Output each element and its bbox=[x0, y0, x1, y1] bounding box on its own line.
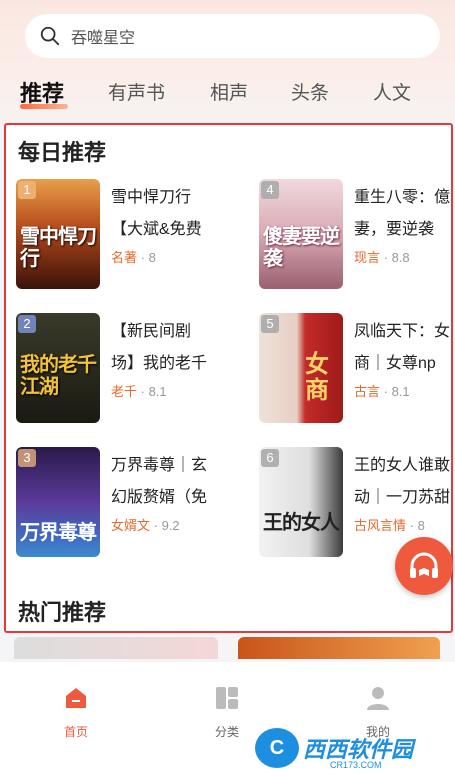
book-title[interactable]: 万界毒尊｜玄 bbox=[111, 451, 236, 475]
nav-label: 首页 bbox=[63, 725, 88, 739]
rank-badge: 3 bbox=[18, 449, 36, 467]
book-meta: 女婿文 · 9.2 bbox=[111, 518, 180, 533]
book-category: 古言 bbox=[354, 384, 381, 399]
book-title-cont[interactable]: 商｜女尊np bbox=[354, 349, 455, 373]
book-meta: 古风言情 · 8 bbox=[354, 518, 425, 533]
book-category: 古风言情 bbox=[354, 518, 407, 533]
book-title-cont[interactable]: 动｜一刀苏甜 bbox=[354, 483, 455, 507]
nav-label: 分类 bbox=[214, 725, 239, 739]
book-score: 8.1 bbox=[391, 384, 410, 399]
headphones-icon bbox=[410, 552, 438, 578]
book-card[interactable]: 3 万界毒尊 万界毒尊｜玄 幻版赘婿（免 女婿文 · 9.2 bbox=[16, 447, 236, 557]
book-cover[interactable]: 1 雪中悍刀行 bbox=[16, 179, 100, 289]
book-title-cont[interactable]: 妻，要逆袭 bbox=[354, 215, 455, 239]
book-cover[interactable]: 6 王的女人 bbox=[259, 447, 343, 557]
book-cover[interactable]: 3 万界毒尊 bbox=[16, 447, 100, 557]
book-title-cont[interactable]: 【大斌&免费 bbox=[111, 215, 236, 239]
book-meta: 老千 · 8.1 bbox=[111, 384, 167, 399]
search-icon bbox=[40, 26, 60, 46]
tab-crosstalk[interactable]: 相声 bbox=[210, 78, 248, 105]
category-tabs: 推荐 有声书 相声 头条 人文 bbox=[0, 70, 455, 110]
tab-headlines[interactable]: 头条 bbox=[291, 78, 329, 105]
hot-item-preview[interactable] bbox=[14, 637, 218, 659]
book-score: 8.8 bbox=[391, 250, 410, 265]
book-title[interactable]: 凤临天下：女 bbox=[354, 317, 455, 341]
book-title[interactable]: 雪中悍刀行 bbox=[111, 183, 236, 207]
book-score: 9.2 bbox=[161, 518, 180, 533]
rank-badge: 4 bbox=[261, 181, 279, 199]
hot-recommend-title: 热门推荐 bbox=[18, 600, 107, 625]
book-score: 8 bbox=[148, 250, 156, 265]
cover-title: 万界毒尊 bbox=[20, 520, 97, 544]
cover-title: 女商 bbox=[305, 349, 329, 404]
home-icon bbox=[66, 688, 86, 708]
section-title: 每日推荐 bbox=[18, 140, 107, 165]
book-meta: 古言 · 8.1 bbox=[354, 384, 410, 399]
rank-badge: 1 bbox=[18, 181, 36, 199]
book-cover[interactable]: 5 女商 bbox=[259, 313, 343, 423]
rank-badge: 5 bbox=[261, 315, 279, 333]
tab-audiobook[interactable]: 有声书 bbox=[108, 78, 165, 105]
book-category: 现言 bbox=[354, 250, 381, 265]
book-card[interactable]: 1 雪中悍刀行 雪中悍刀行 【大斌&免费 名著 · 8 bbox=[16, 179, 236, 289]
user-icon bbox=[367, 687, 389, 710]
book-cover[interactable]: 4 傻妻要逆袭 bbox=[259, 179, 343, 289]
book-card[interactable]: 2 我的老千江湖 【新民间剧 场】我的老千 老千 · 8.1 bbox=[16, 313, 236, 423]
book-title-cont[interactable]: 幻版赘婿（免 bbox=[111, 483, 236, 507]
cover-title: 我的老千江湖 bbox=[20, 352, 97, 398]
book-title-cont[interactable]: 场】我的老千 bbox=[111, 349, 236, 373]
book-category: 名著 bbox=[111, 250, 138, 265]
audio-player-button[interactable] bbox=[395, 537, 453, 595]
book-meta: 现言 · 8.8 bbox=[354, 250, 410, 265]
rank-badge: 2 bbox=[18, 315, 36, 333]
book-card[interactable]: 5 女商 凤临天下：女 商｜女尊np 古言 · 8.1 bbox=[259, 313, 455, 423]
book-meta: 名著 · 8 bbox=[111, 250, 156, 265]
book-title[interactable]: 【新民间剧 bbox=[111, 317, 236, 341]
hot-item-preview[interactable] bbox=[238, 637, 440, 659]
book-category: 老千 bbox=[111, 384, 138, 399]
book-cover[interactable]: 2 我的老千江湖 bbox=[16, 313, 100, 423]
book-score: 8 bbox=[417, 518, 425, 533]
active-tab-indicator bbox=[20, 104, 68, 109]
nav-category[interactable]: 分类 bbox=[197, 684, 257, 740]
search-bar[interactable]: 吞噬星空 bbox=[25, 14, 440, 58]
book-score: 8.1 bbox=[148, 384, 167, 399]
cover-title: 王的女人 bbox=[263, 510, 340, 534]
daily-recommend-section: 每日推荐 1 雪中悍刀行 雪中悍刀行 【大斌&免费 名著 · 8 4 傻妻要逆袭… bbox=[4, 123, 453, 633]
book-card[interactable]: 4 傻妻要逆袭 重生八零：億 妻，要逆袭 现言 · 8.8 bbox=[259, 179, 455, 289]
book-title[interactable]: 重生八零：億 bbox=[354, 183, 455, 207]
cover-title: 傻妻要逆袭 bbox=[263, 224, 340, 270]
book-category: 女婿文 bbox=[111, 518, 151, 533]
grid-icon bbox=[216, 687, 238, 709]
watermark-logo-icon: C bbox=[255, 728, 299, 768]
tab-humanities[interactable]: 人文 bbox=[373, 78, 411, 105]
search-input[interactable]: 吞噬星空 bbox=[71, 24, 135, 48]
watermark-url: CR173.COM bbox=[330, 760, 382, 770]
book-title[interactable]: 王的女人谁敢 bbox=[354, 451, 455, 475]
rank-badge: 6 bbox=[261, 449, 279, 467]
nav-home[interactable]: 首页 bbox=[46, 684, 106, 740]
cover-title: 雪中悍刀行 bbox=[20, 224, 97, 270]
